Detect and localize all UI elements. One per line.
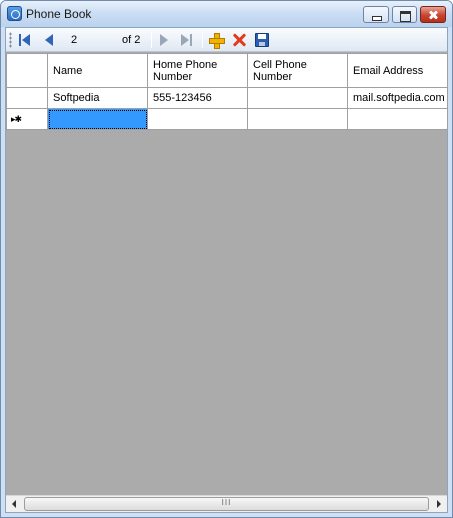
data-grid: Name Home Phone Number Cell Phone Number… [6, 53, 448, 130]
move-first-icon[interactable] [17, 32, 33, 48]
new-row-icon: ▸✱ [11, 114, 22, 124]
column-header-email[interactable]: Email Address [347, 53, 448, 88]
horizontal-scrollbar[interactable] [6, 495, 447, 512]
move-next-icon[interactable] [156, 32, 172, 48]
app-icon[interactable] [7, 6, 22, 21]
scroll-right-icon[interactable] [430, 496, 447, 512]
new-row-cell-name[interactable] [47, 108, 148, 130]
toolbar-separator [151, 32, 152, 48]
maximize-button[interactable] [392, 6, 417, 23]
delete-icon[interactable] [231, 32, 247, 48]
main-window: Phone Book of 2 [0, 0, 453, 518]
new-row-cell-cell-phone[interactable] [247, 108, 348, 130]
client-area: of 2 Name Home Phone Number [5, 27, 448, 513]
cell-home-phone[interactable]: 555-123456 [147, 87, 248, 109]
title-bar[interactable]: Phone Book [1, 1, 452, 27]
row-header[interactable] [6, 87, 48, 109]
cell-email[interactable]: mail.softpedia.com [347, 87, 448, 109]
top-left-corner-cell[interactable] [6, 53, 48, 88]
new-row-cell-email[interactable] [347, 108, 448, 130]
position-input[interactable] [57, 31, 117, 49]
move-previous-icon[interactable] [40, 32, 56, 48]
new-row[interactable]: ▸✱ [6, 108, 448, 130]
new-row-header[interactable]: ▸✱ [6, 108, 48, 130]
add-new-icon[interactable] [208, 32, 225, 49]
count-label: of 2 [122, 34, 141, 46]
window-title: Phone Book [26, 7, 92, 21]
toolbar-separator [202, 32, 203, 48]
save-icon[interactable] [254, 32, 270, 48]
column-header-cell-phone[interactable]: Cell Phone Number [247, 53, 348, 88]
move-last-icon[interactable] [178, 32, 194, 48]
header-row: Name Home Phone Number Cell Phone Number… [6, 53, 448, 88]
scroll-thumb[interactable] [24, 497, 429, 511]
cell-cell-phone[interactable] [247, 87, 348, 109]
scroll-left-icon[interactable] [6, 496, 23, 512]
binding-navigator: of 2 [6, 28, 447, 52]
new-row-cell-home-phone[interactable] [147, 108, 248, 130]
column-header-name[interactable]: Name [47, 53, 148, 88]
cell-name[interactable]: Softpedia [47, 87, 148, 109]
table-row[interactable]: Softpedia 555-123456 mail.softpedia.com [6, 87, 448, 109]
toolbar-grip-icon[interactable] [9, 32, 12, 48]
column-header-home-phone[interactable]: Home Phone Number [147, 53, 248, 88]
close-button[interactable] [420, 6, 446, 23]
minimize-button[interactable] [363, 6, 389, 23]
